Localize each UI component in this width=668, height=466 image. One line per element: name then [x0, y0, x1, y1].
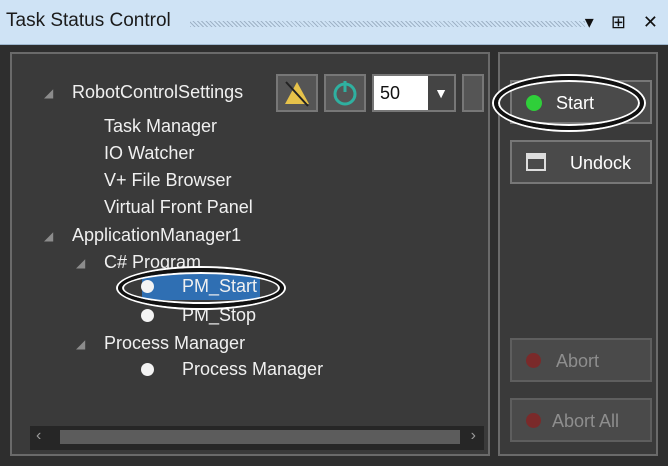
tree-item-process-manager[interactable]: Process Manager [182, 359, 323, 380]
abort-all-label: Abort All [552, 411, 620, 431]
task-tree-panel [10, 52, 490, 456]
tree-item-io-watcher[interactable]: IO Watcher [104, 143, 194, 164]
tree-item-virtual-front-panel[interactable]: Virtual Front Panel [104, 197, 253, 218]
speed-combo[interactable]: 50 ▼ [372, 74, 456, 112]
title-grip[interactable] [190, 21, 585, 27]
window-title: Task Status Control [6, 10, 171, 31]
red-status-icon [526, 413, 541, 428]
status-dot-icon [141, 363, 154, 376]
highlight-ellipse-pm-start [118, 268, 284, 308]
window-icon [526, 153, 546, 171]
undock-label: Undock [570, 153, 632, 173]
toolbar-button-2[interactable] [324, 74, 366, 112]
power-icon [333, 81, 357, 106]
toolbar-button-3[interactable] [462, 74, 484, 112]
highlight-ellipse-start [494, 76, 644, 130]
chevron-down-icon[interactable]: ▼ [428, 76, 454, 110]
tree-item-pm-stop[interactable]: PM_Stop [182, 305, 256, 326]
expand-arrow-icon[interactable]: ◢ [76, 337, 85, 351]
tree-item-robot-control-settings[interactable]: RobotControlSettings [72, 82, 243, 103]
status-dot-icon [141, 309, 154, 322]
no-connection-icon [285, 81, 309, 107]
tree-item-task-manager[interactable]: Task Manager [104, 116, 217, 137]
scroll-right-icon[interactable]: › [471, 427, 476, 445]
horizontal-scrollbar[interactable]: ‹ › [30, 426, 484, 450]
toolbar-button-1[interactable] [276, 74, 318, 112]
undock-button[interactable]: Undock [510, 140, 652, 184]
red-status-icon [526, 353, 541, 368]
abort-label: Abort [556, 351, 600, 371]
scroll-left-icon[interactable]: ‹ [36, 427, 41, 445]
abort-all-button[interactable]: Abort All [510, 398, 652, 442]
tree-item-process-manager-group[interactable]: Process Manager [104, 333, 245, 354]
expand-arrow-icon[interactable]: ◢ [44, 229, 53, 243]
tree-item-file-browser[interactable]: V+ File Browser [104, 170, 232, 191]
tree-item-application-manager[interactable]: ApplicationManager1 [72, 225, 241, 246]
abort-button[interactable]: Abort [510, 338, 652, 382]
scroll-thumb[interactable] [60, 430, 460, 444]
window-titlebar: Task Status Control ▾ ⊞ ✕ [0, 0, 668, 45]
expand-arrow-icon[interactable]: ◢ [76, 256, 85, 270]
window-controls[interactable]: ▾ ⊞ ✕ [585, 12, 664, 33]
expand-arrow-icon[interactable]: ◢ [44, 86, 53, 100]
speed-value: 50 [380, 83, 401, 103]
